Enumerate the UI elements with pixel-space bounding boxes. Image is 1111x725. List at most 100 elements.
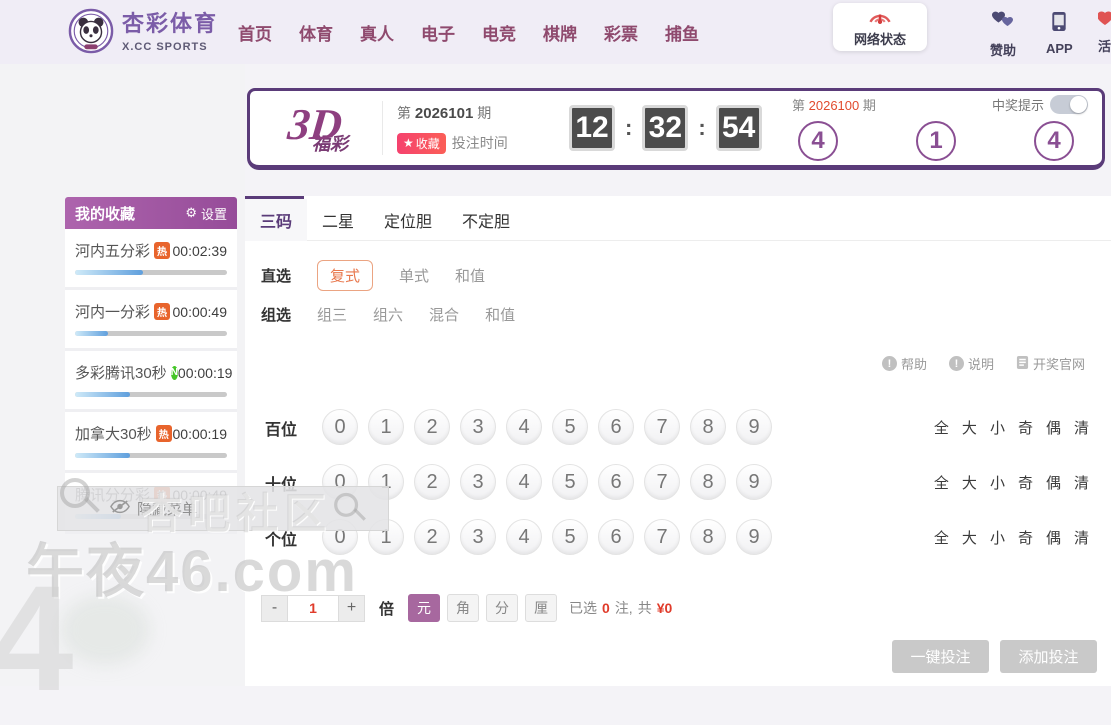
toggle-knob	[1070, 96, 1087, 113]
digit-ball[interactable]: 3	[460, 464, 496, 500]
digit-ball[interactable]: 3	[460, 409, 496, 445]
nav-item-home[interactable]: 首页	[238, 20, 272, 45]
quick-clear[interactable]: 清	[1074, 527, 1089, 548]
result-ball: 1	[916, 121, 956, 161]
quick-big[interactable]: 大	[962, 417, 977, 438]
digit-ball[interactable]: 9	[736, 409, 772, 445]
tab-three-digit[interactable]: 三码	[245, 198, 308, 241]
play-option-group3[interactable]: 组三	[317, 304, 347, 325]
nav-item-slots[interactable]: 电子	[421, 20, 455, 45]
favorite-badge-button[interactable]: ★ 收藏	[397, 132, 446, 154]
digit-ball[interactable]: 9	[736, 519, 772, 555]
digit-ball[interactable]: 7	[644, 519, 680, 555]
play-option-duplex[interactable]: 复式	[317, 260, 374, 291]
nav-item-live[interactable]: 真人	[360, 20, 394, 45]
sidebar-game-item[interactable]: 多彩腾讯30秒 N 00:00:19	[65, 351, 237, 412]
quick-big[interactable]: 大	[962, 472, 977, 493]
official-results-link[interactable]: 开奖官网	[1016, 354, 1085, 373]
network-status-label: 网络状态	[853, 32, 906, 47]
partial-nav-item[interactable]: 活	[1098, 11, 1111, 55]
digit-ball[interactable]: 1	[368, 409, 404, 445]
digit-ball[interactable]: 5	[552, 409, 588, 445]
quick-bet-button[interactable]: 一键投注	[892, 640, 989, 673]
digit-ball[interactable]: 5	[552, 464, 588, 500]
quick-clear[interactable]: 清	[1074, 472, 1089, 493]
settings-button[interactable]: ⚙ 设置	[185, 204, 227, 223]
bet-type-tabs: 三码 二星 定位胆 不定胆	[245, 198, 1111, 241]
digit-ball[interactable]: 8	[690, 409, 726, 445]
digit-ball[interactable]: 2	[414, 519, 450, 555]
hide-menu-button[interactable]: 隐藏菜单	[57, 486, 389, 531]
digit-ball[interactable]: 8	[690, 519, 726, 555]
quick-even[interactable]: 偶	[1046, 417, 1061, 438]
play-option-single[interactable]: 单式	[399, 265, 429, 286]
quick-small[interactable]: 小	[990, 527, 1005, 548]
unit-li[interactable]: 厘	[525, 594, 558, 622]
play-option-mixed[interactable]: 混合	[429, 304, 459, 325]
digit-ball[interactable]: 7	[644, 409, 680, 445]
hearts-icon	[991, 11, 1015, 36]
app-label: APP	[1046, 41, 1073, 56]
digit-ball[interactable]: 0	[322, 409, 358, 445]
digit-ball[interactable]: 2	[414, 409, 450, 445]
unit-yuan[interactable]: 元	[408, 594, 441, 622]
multiplier-input[interactable]	[288, 594, 338, 622]
digit-ball[interactable]: 4	[506, 519, 542, 555]
digit-ball[interactable]: 9	[736, 464, 772, 500]
quick-select-options: 全 大 小 奇 偶 清	[934, 417, 1089, 438]
digit-ball[interactable]: 8	[690, 464, 726, 500]
digit-row-label: 百位	[265, 422, 298, 439]
tab-two-star[interactable]: 二星	[307, 199, 369, 241]
nav-item-sports[interactable]: 体育	[299, 20, 333, 45]
nav-item-cards[interactable]: 棋牌	[543, 20, 577, 45]
sidebar-game-item[interactable]: 河内五分彩 热 00:02:39	[65, 229, 237, 290]
progress-track	[75, 453, 227, 458]
digit-ball[interactable]: 7	[644, 464, 680, 500]
quick-clear[interactable]: 清	[1074, 417, 1089, 438]
digit-ball[interactable]: 4	[506, 409, 542, 445]
quick-all[interactable]: 全	[934, 527, 949, 548]
nav-item-lottery[interactable]: 彩票	[604, 20, 638, 45]
footer-buttons: 一键投注 添加投注	[892, 640, 1097, 673]
brand-logo[interactable]: 杏彩体育 X.CC SPORTS	[68, 8, 218, 59]
nav-item-esports[interactable]: 电竞	[482, 20, 516, 45]
tab-any-dan[interactable]: 不定胆	[447, 199, 525, 241]
sponsor-button[interactable]: 赞助	[990, 11, 1016, 59]
quick-odd[interactable]: 奇	[1018, 472, 1033, 493]
sidebar-game-item[interactable]: 河内一分彩 热 00:00:49	[65, 290, 237, 351]
digit-ball[interactable]: 5	[552, 519, 588, 555]
unit-jiao[interactable]: 角	[447, 594, 480, 622]
digit-ball[interactable]: 3	[460, 519, 496, 555]
partial-red-icon	[1098, 11, 1111, 32]
app-download-button[interactable]: APP	[1046, 11, 1073, 56]
sidebar-game-item[interactable]: 加拿大30秒 热 00:00:19	[65, 412, 237, 473]
quick-small[interactable]: 小	[990, 472, 1005, 493]
digit-ball[interactable]: 2	[414, 464, 450, 500]
quick-all[interactable]: 全	[934, 472, 949, 493]
win-tip-toggle[interactable]	[1050, 95, 1088, 114]
quick-even[interactable]: 偶	[1046, 472, 1061, 493]
tab-position-dan[interactable]: 定位胆	[369, 199, 447, 241]
minus-button[interactable]: -	[261, 594, 288, 622]
quick-big[interactable]: 大	[962, 527, 977, 548]
help-link[interactable]: ! 帮助	[881, 354, 927, 373]
instructions-link[interactable]: ! 说明	[948, 354, 994, 373]
play-option-sum[interactable]: 和值	[455, 265, 485, 286]
quick-even[interactable]: 偶	[1046, 527, 1061, 548]
digit-ball[interactable]: 6	[598, 519, 634, 555]
header-divider	[382, 101, 383, 155]
play-option-group6[interactable]: 组六	[373, 304, 403, 325]
quick-small[interactable]: 小	[990, 417, 1005, 438]
quick-all[interactable]: 全	[934, 417, 949, 438]
digit-ball[interactable]: 6	[598, 409, 634, 445]
digit-ball[interactable]: 6	[598, 464, 634, 500]
unit-fen[interactable]: 分	[486, 594, 519, 622]
quick-odd[interactable]: 奇	[1018, 417, 1033, 438]
nav-item-fishing[interactable]: 捕鱼	[665, 20, 699, 45]
play-option-combo-sum[interactable]: 和值	[485, 304, 515, 325]
digit-ball[interactable]: 4	[506, 464, 542, 500]
quick-odd[interactable]: 奇	[1018, 527, 1033, 548]
plus-button[interactable]: +	[338, 594, 365, 622]
network-status-card[interactable]: 网络状态	[833, 3, 927, 51]
add-bet-button[interactable]: 添加投注	[1000, 640, 1097, 673]
